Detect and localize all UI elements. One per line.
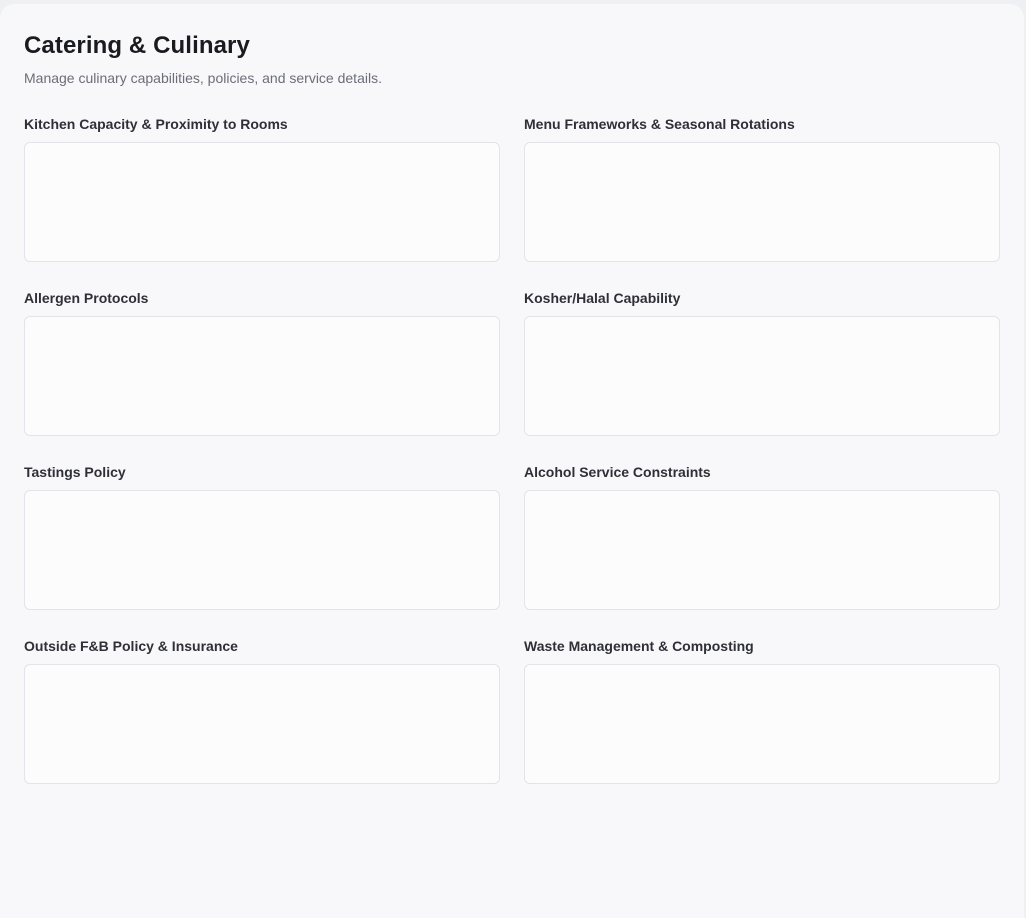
field-outside-fb-policy: Outside F&B Policy & Insurance: [24, 638, 500, 784]
field-label: Allergen Protocols: [24, 290, 149, 306]
field-kosher-halal: Kosher/Halal Capability: [524, 290, 1000, 436]
field-label: Tastings Policy: [24, 464, 126, 480]
field-allergen-protocols: Allergen Protocols: [24, 290, 500, 436]
field-label: Kitchen Capacity & Proximity to Rooms: [24, 116, 288, 132]
field-waste-management: Waste Management & Composting: [524, 638, 1000, 784]
field-tastings-policy: Tastings Policy: [24, 464, 500, 610]
field-menu-frameworks: Menu Frameworks & Seasonal Rotations: [524, 116, 1000, 262]
field-label: Menu Frameworks & Seasonal Rotations: [524, 116, 795, 132]
kosher-halal-textarea[interactable]: [524, 316, 1000, 436]
page-subtitle: Manage culinary capabilities, policies, …: [24, 70, 382, 86]
field-alcohol-service: Alcohol Service Constraints: [524, 464, 1000, 610]
tastings-policy-textarea[interactable]: [24, 490, 500, 610]
page-title: Catering & Culinary: [24, 32, 250, 59]
field-kitchen-capacity: Kitchen Capacity & Proximity to Rooms: [24, 116, 500, 262]
alcohol-service-textarea[interactable]: [524, 490, 1000, 610]
allergen-protocols-textarea[interactable]: [24, 316, 500, 436]
field-label: Alcohol Service Constraints: [524, 464, 711, 480]
waste-management-textarea[interactable]: [524, 664, 1000, 784]
kitchen-capacity-textarea[interactable]: [24, 142, 500, 262]
field-label: Waste Management & Composting: [524, 638, 754, 654]
field-label: Outside F&B Policy & Insurance: [24, 638, 238, 654]
field-label: Kosher/Halal Capability: [524, 290, 681, 306]
catering-culinary-panel: Catering & Culinary Manage culinary capa…: [0, 4, 1024, 918]
fields-grid: Kitchen Capacity & Proximity to Rooms Me…: [24, 116, 1000, 784]
menu-frameworks-textarea[interactable]: [524, 142, 1000, 262]
outside-fb-policy-textarea[interactable]: [24, 664, 500, 784]
